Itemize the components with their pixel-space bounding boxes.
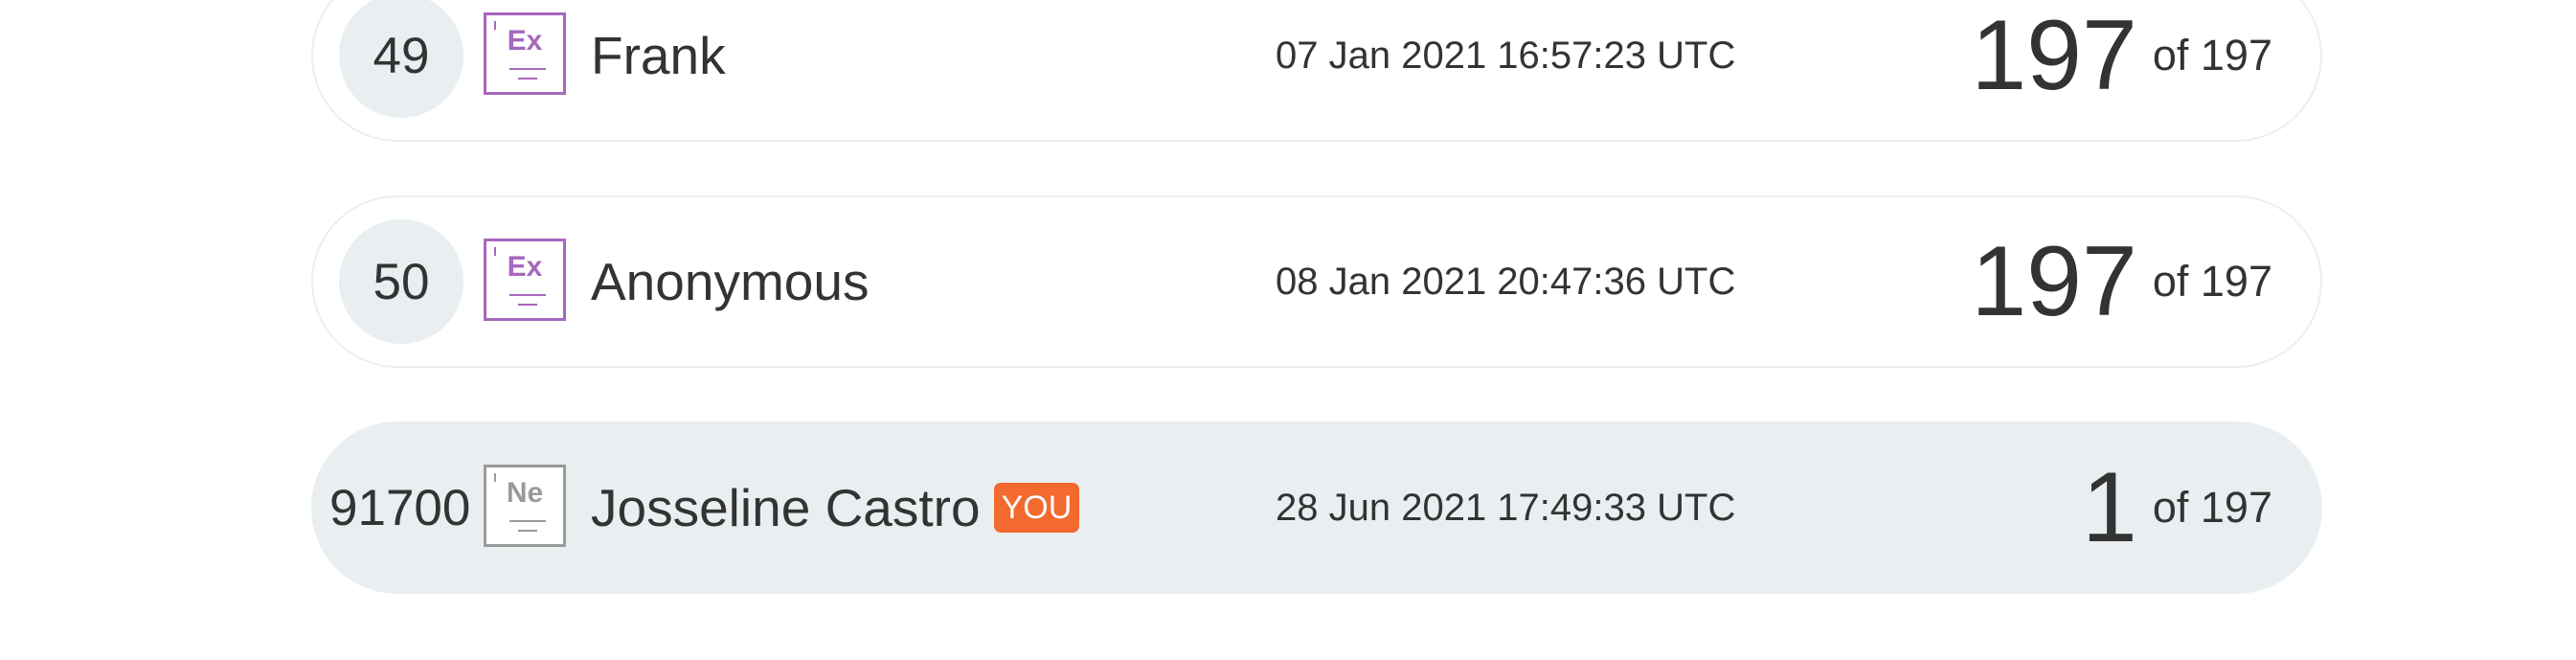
score-value: 197 <box>1971 226 2137 337</box>
badge-line <box>509 294 546 296</box>
score: 197 of 197 <box>1971 0 2272 140</box>
leaderboard-row-current-user: 91700 Ne Josseline Castro YOU 28 Jun 202… <box>311 421 2322 594</box>
score-value: 1 <box>2082 452 2137 563</box>
badge-symbol: Ex <box>507 251 543 283</box>
score-total: of 197 <box>2152 483 2272 532</box>
level-badge-icon: Ne <box>484 465 566 547</box>
badge-line <box>518 304 537 306</box>
leaderboard-row: 50 Ex Anonymous 08 Jan 2021 20:47:36 UTC… <box>311 195 2322 368</box>
score-total: of 197 <box>2152 257 2272 306</box>
level-badge-icon: Ex <box>484 12 566 95</box>
leaderboard-row: 49 Ex Frank 07 Jan 2021 16:57:23 UTC 197… <box>311 0 2322 142</box>
player-name-text: Frank <box>591 26 726 85</box>
badge-symbol: Ex <box>507 25 543 57</box>
player-name[interactable]: Anonymous <box>591 197 869 366</box>
badge-line <box>509 520 546 522</box>
rank-number: 50 <box>339 219 463 344</box>
rank-number: 49 <box>339 0 463 118</box>
badge-symbol: Ne <box>506 477 544 509</box>
score-value: 197 <box>1971 0 2137 111</box>
leaderboard: 49 Ex Frank 07 Jan 2021 16:57:23 UTC 197… <box>0 0 2576 660</box>
submission-date: 08 Jan 2021 20:47:36 UTC <box>1276 260 1736 303</box>
rank-number: 91700 <box>329 479 471 536</box>
badge-line <box>518 78 537 80</box>
badge-line <box>518 530 537 532</box>
player-name-text: Josseline Castro <box>591 478 981 537</box>
submission-date: 07 Jan 2021 16:57:23 UTC <box>1276 34 1736 77</box>
player-name[interactable]: Josseline Castro YOU <box>591 423 1080 592</box>
score-total: of 197 <box>2152 31 2272 80</box>
player-name-text: Anonymous <box>591 252 870 311</box>
player-name[interactable]: Frank <box>591 0 726 140</box>
level-badge-icon: Ex <box>484 239 566 321</box>
submission-date: 28 Jun 2021 17:49:33 UTC <box>1276 486 1736 529</box>
you-badge: YOU <box>993 483 1080 533</box>
badge-line <box>509 68 546 70</box>
score: 1 of 197 <box>2082 423 2272 592</box>
score: 197 of 197 <box>1971 197 2272 366</box>
